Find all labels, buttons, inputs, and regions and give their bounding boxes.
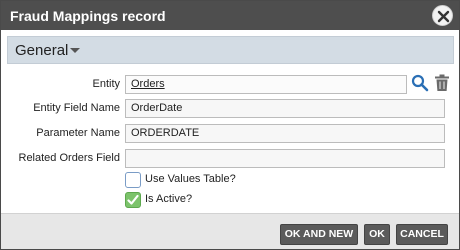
close-icon <box>437 10 450 23</box>
section-title: General <box>15 42 69 59</box>
caret-down-icon <box>70 48 80 53</box>
is-active-checkbox[interactable] <box>125 192 141 208</box>
trash-icon[interactable] <box>434 74 450 92</box>
dialog-title: Fraud Mappings record <box>10 8 166 24</box>
entity-label: Entity <box>92 78 120 90</box>
section-header-general[interactable]: General <box>7 36 454 64</box>
check-icon <box>127 194 139 205</box>
entity-field-name-label: Entity Field Name <box>33 102 120 114</box>
entity-link[interactable]: Orders <box>131 78 165 90</box>
entity-field[interactable]: Orders <box>125 75 407 94</box>
related-orders-field-label: Related Orders Field <box>18 152 121 164</box>
use-values-table-label: Use Values Table? <box>145 173 236 185</box>
is-active-label: Is Active? <box>145 193 193 205</box>
parameter-name-input[interactable]: ORDERDATE <box>125 124 445 143</box>
dialog-titlebar: Fraud Mappings record <box>1 1 459 30</box>
parameter-name-label: Parameter Name <box>36 127 120 139</box>
entity-field-name-input[interactable]: OrderDate <box>125 99 445 118</box>
search-icon[interactable] <box>411 74 429 92</box>
ok-and-new-button[interactable]: OK AND NEW <box>280 224 358 245</box>
ok-button[interactable]: OK <box>364 224 390 245</box>
use-values-table-checkbox[interactable] <box>125 172 141 188</box>
dialog-footer: OK AND NEW OK CANCEL <box>1 213 459 249</box>
close-button[interactable] <box>432 5 453 26</box>
related-orders-field-input[interactable] <box>125 149 445 168</box>
fraud-mappings-dialog: Fraud Mappings record General Entity Ord… <box>0 0 460 250</box>
cancel-button[interactable]: CANCEL <box>396 224 448 245</box>
